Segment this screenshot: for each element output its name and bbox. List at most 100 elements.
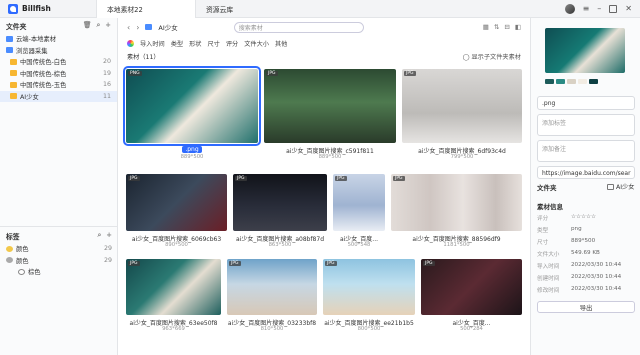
tags-title: 标签: [6, 232, 20, 241]
asset-thumbnail: PNG: [123, 66, 261, 146]
info-row-created-time: 创建时间 2022/03/30 10:44: [537, 274, 622, 282]
asset-count: 素材（11）: [127, 53, 160, 61]
sidebar-item-jade[interactable]: 中国传统色-玉色 16: [0, 79, 117, 91]
search-input[interactable]: 搜索素材: [233, 21, 364, 33]
asset-dims: 963*669: [162, 326, 185, 332]
color-swatch[interactable]: [589, 79, 598, 84]
tag-item-color[interactable]: 颜色 29: [0, 243, 118, 255]
minimize-icon[interactable]: –: [597, 4, 601, 13]
asset-card[interactable]: PNG .png 889*500: [123, 66, 261, 160]
asset-thumbnail: JPG: [264, 69, 396, 143]
url-field[interactable]: https://image.baidu.com/sear: [537, 166, 635, 179]
sidebar-item-ai-girl[interactable]: AI少女 11: [0, 90, 117, 102]
count-bar: 素材（11） ◯ 显示子文件夹素材: [119, 50, 529, 62]
filter-rating[interactable]: 评分: [226, 39, 238, 48]
asset-dims: 500*548: [347, 242, 371, 248]
title-bar: Billfish 本地素材22 资源云库 ≡ – ✕: [0, 0, 640, 18]
note-field[interactable]: 添加备注: [537, 140, 635, 162]
cloud-folder-icon: [6, 35, 13, 42]
asset-card[interactable]: JPG ai少女_百度... 500*548: [333, 174, 385, 252]
user-avatar[interactable]: [564, 3, 575, 14]
folder-icon: [145, 24, 153, 30]
slider-icon[interactable]: ⊟: [504, 23, 509, 31]
view-toggle-icon[interactable]: ▦: [483, 23, 489, 31]
asset-card[interactable]: JPG ai少女_百度图片搜索_c591f811 889*500: [264, 69, 396, 160]
filter-size[interactable]: 尺寸: [208, 39, 220, 48]
export-button[interactable]: 导出: [537, 301, 635, 313]
asset-card[interactable]: JPG ai少女_百度... 500*284: [421, 259, 522, 339]
sort-icon[interactable]: ⇅: [494, 23, 499, 31]
panel-toggle-icon[interactable]: ◧: [515, 23, 521, 31]
tags-header: 标签 ⌕ +: [0, 228, 118, 243]
sidebar-item-brown[interactable]: 中国传统色-棕色 19: [0, 68, 117, 80]
asset-thumbnail: JPG: [126, 174, 227, 231]
tab-local-assets[interactable]: 本地素材22: [96, 0, 196, 18]
tag-item-brown[interactable]: 棕色: [0, 266, 118, 278]
asset-dims: 889*500: [180, 154, 204, 160]
inspector-panel: .png 添加标签 添加备注 https://image.baidu.com/s…: [530, 18, 640, 355]
info-title: 素材信息: [537, 203, 563, 211]
asset-card[interactable]: JPG ai少女_百度图片搜索_03233bf8 810*500: [227, 259, 317, 339]
asset-card[interactable]: JPG ai少女_百度图片搜索_63ee50f8 963*669: [126, 259, 221, 339]
filter-shape[interactable]: 形状: [189, 39, 201, 48]
asset-thumbnail: JPG: [421, 259, 522, 315]
app-name: Billfish: [22, 4, 51, 13]
sidebar-item-cloud-local[interactable]: 云端-本地素材: [0, 33, 117, 45]
close-icon[interactable]: ✕: [625, 4, 632, 13]
folder-value[interactable]: AI少女: [607, 182, 634, 191]
asset-card[interactable]: JPG ai少女_百度图片搜索_6069cb63 890*500: [126, 174, 227, 252]
breadcrumb: AI少女: [158, 24, 178, 32]
search-icon[interactable]: ⌕: [96, 21, 100, 30]
asset-thumbnail: JPG: [233, 174, 327, 231]
tag-icon: [6, 245, 13, 252]
info-row-import-time: 导入时间 2022/03/30 10:44: [537, 262, 622, 270]
folder-label: 文件夹: [537, 184, 557, 192]
rating-stars[interactable]: ☆☆☆☆☆: [571, 214, 596, 222]
color-swatches: [545, 79, 598, 84]
asset-thumbnail: JPG: [402, 69, 522, 143]
sidebar: 文件夹 🗑 ⌕ + 云端-本地素材 浏览器采集 中国传统色-白色 20 中国传统…: [0, 18, 118, 355]
add-tag-icon[interactable]: +: [106, 231, 112, 240]
filter-file-size[interactable]: 文件大小: [244, 39, 269, 48]
tag-item-color-group[interactable]: 颜色 29: [0, 255, 118, 267]
tab-cloud-library[interactable]: 资源云库: [196, 0, 296, 18]
add-folder-icon[interactable]: +: [105, 21, 111, 30]
asset-dims: 800*500: [357, 326, 381, 332]
ext-field[interactable]: .png: [537, 96, 635, 110]
asset-dims: 500*284: [460, 326, 483, 332]
asset-name: .png: [182, 146, 202, 153]
trash-icon[interactable]: 🗑: [83, 21, 92, 30]
info-row-type: 类型 png: [537, 226, 582, 234]
folder-icon: [607, 183, 614, 190]
asset-thumbnail: JPG: [227, 259, 317, 315]
folders-header: 文件夹 🗑 ⌕ +: [0, 18, 117, 33]
color-swatch[interactable]: [545, 79, 554, 84]
sidebar-item-browser-collect[interactable]: 浏览器采集: [0, 45, 117, 57]
show-subfolder-toggle[interactable]: ◯ 显示子文件夹素材: [463, 52, 521, 61]
filter-type[interactable]: 类型: [171, 39, 183, 48]
forward-icon[interactable]: ›: [136, 23, 139, 32]
search-icon[interactable]: ⌕: [97, 231, 101, 240]
asset-dims: 863*500: [268, 242, 292, 248]
info-row-filesize: 文件大小 549.69 KB: [537, 250, 600, 258]
color-filter-icon[interactable]: [127, 39, 134, 47]
asset-card[interactable]: JPG ai少女_百度图片搜索_a08bf87d 863*500: [233, 174, 327, 252]
asset-card[interactable]: JPG ai少女_百度图片搜索_6df93c4d 799*500: [402, 69, 522, 160]
info-row-modified-time: 修改时间 2022/03/30 10:44: [537, 286, 622, 294]
app-logo: Billfish: [0, 3, 96, 14]
filter-import-time[interactable]: 导入时间: [140, 39, 165, 48]
back-icon[interactable]: ‹: [127, 23, 130, 32]
color-swatch[interactable]: [567, 79, 576, 84]
menu-icon[interactable]: ≡: [583, 4, 590, 13]
tags-field[interactable]: 添加标签: [537, 114, 635, 136]
asset-preview: [545, 28, 625, 73]
color-swatch[interactable]: [578, 79, 587, 84]
asset-card[interactable]: JPG ai少女_百度图片搜索_ee21b1b5 800*500: [323, 259, 415, 339]
asset-thumbnail: JPG: [333, 174, 385, 231]
asset-card[interactable]: JPG ai少女_百度图片搜索_88596df9 1181*500: [391, 174, 522, 252]
filter-other[interactable]: 其他: [275, 39, 287, 48]
folder-icon: [10, 93, 17, 100]
maximize-icon[interactable]: [609, 4, 618, 13]
sidebar-item-white[interactable]: 中国传统色-白色 20: [0, 56, 117, 68]
color-swatch[interactable]: [556, 79, 565, 84]
